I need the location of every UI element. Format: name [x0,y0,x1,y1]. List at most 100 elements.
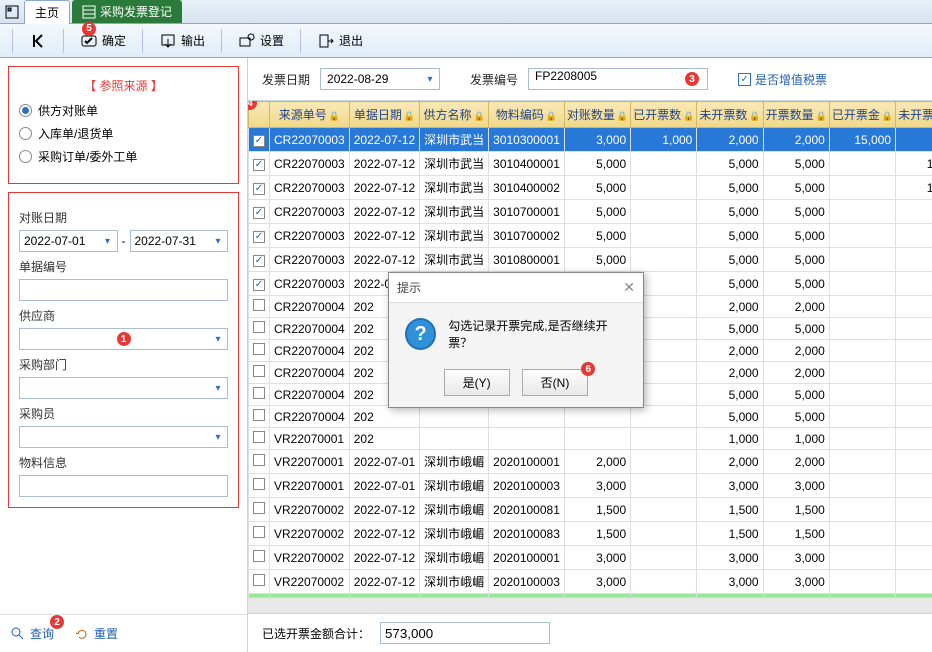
row-checkbox[interactable] [253,299,265,311]
export-button[interactable]: 输出 [151,28,213,54]
cell: 5,000 [697,406,763,428]
tab-invoice-reg[interactable]: 采购发票登记 [72,0,182,23]
table-row[interactable]: VR220700012021,0001,0006,0006,000 [249,428,932,450]
col-header[interactable]: 已开票金🔒 [829,102,895,128]
billno-input[interactable] [19,279,228,301]
col-header[interactable]: 未开票数🔒 [697,102,763,128]
radio-supplier-stmt[interactable]: 供方对账单 [19,102,228,119]
cell: 202 [349,406,419,428]
row-checkbox[interactable] [253,409,265,421]
row-checkbox[interactable] [253,550,265,562]
cell: 3,000 [697,474,763,498]
material-input[interactable] [19,475,228,497]
selected-total-input[interactable] [380,622,550,644]
row-checkbox[interactable] [253,321,265,333]
chevron-down-icon: ▾ [101,232,115,250]
row-checkbox[interactable] [253,454,265,466]
col-header[interactable]: 单据日期🔒 [349,102,419,128]
row-checkbox[interactable]: ✓ [253,159,265,171]
tab-home[interactable]: 主页 [24,0,70,24]
row-checkbox[interactable]: ✓ [253,207,265,219]
date-from-value: 2022-07-01 [24,234,85,248]
table-row[interactable]: CR220700042025,0005,00030,00030,000 [249,406,932,428]
cell [631,474,697,498]
selected-total-label: 已选开票金额合计： [262,625,370,642]
cell: 202 [349,428,419,450]
row-checkbox[interactable]: ✓ [253,231,265,243]
row-checkbox[interactable]: ✓ [253,255,265,267]
cell: 12,000 [896,296,932,318]
cell: 3,000 [763,474,829,498]
radio-inbound-return[interactable]: 入库单/退货单 [19,125,228,142]
radio-label: 采购订单/委外工单 [38,148,137,165]
radio-label: 入库单/退货单 [38,125,113,142]
date-to-input[interactable]: 2022-07-31▾ [130,230,229,252]
exit-icon [317,32,335,50]
table-row[interactable]: ✓CR220700032022-07-12深圳市武当30107000015,00… [249,200,932,224]
dept-input[interactable]: ▾ [19,377,228,399]
filter-box: 对账日期 2022-07-01▾ - 2022-07-31▾ 单据编号 供应商 … [8,192,239,508]
table-row[interactable]: ✓CR220700032022-07-12深圳市武当30108000015,00… [249,248,932,272]
buyer-input[interactable]: ▾ [19,426,228,448]
cell [829,522,895,546]
cell: 深圳市峨嵋 [420,474,489,498]
col-header[interactable]: 来源单号🔒 [270,102,350,128]
table-row[interactable]: ✓CR220700032022-07-12深圳市武当30107000025,00… [249,224,932,248]
exit-button[interactable]: 退出 [309,28,371,54]
invdate-input[interactable]: 2022-08-29▾ [320,68,440,90]
question-icon: ? [405,318,436,350]
row-checkbox[interactable] [253,478,265,490]
badge-2: 2 [50,615,64,629]
query-button[interactable]: 查询 2 [10,625,54,642]
col-header[interactable]: 开票数量🔒 [763,102,829,128]
table-row[interactable]: VR220700022022-07-12深圳市峨嵋20201000811,500… [249,498,932,522]
col-check[interactable]: 4 [249,102,270,128]
table-row[interactable]: VR220700012022-07-01深圳市峨嵋20201000033,000… [249,474,932,498]
cell: 25,000 [896,224,932,248]
col-header[interactable]: 已开票数🔒 [631,102,697,128]
table-row[interactable]: ✓CR220700032022-07-12深圳市武当30103000013,00… [249,128,932,152]
table-row[interactable]: VR220700012022-07-01深圳市峨嵋20201000012,000… [249,450,932,474]
cell: 5,000 [763,384,829,406]
table-row[interactable]: ✓CR220700032022-07-12深圳市武当30104000015,00… [249,152,932,176]
table-row[interactable]: VR220700022022-07-12深圳市峨嵋20201000831,500… [249,522,932,546]
table-row[interactable]: VR220700022022-07-12深圳市峨嵋20201000013,000… [249,546,932,570]
cell: CR22070003 [270,272,350,296]
row-checkbox[interactable] [253,574,265,586]
invdate-label: 发票日期 [262,71,310,88]
cell [829,362,895,384]
reset-button[interactable]: 重置 [74,625,118,642]
confirm-button[interactable]: 确定 5 [72,28,134,54]
row-checkbox[interactable] [253,387,265,399]
row-checkbox[interactable]: ✓ [253,135,265,147]
invno-input[interactable]: FP2208005 3 [528,68,708,90]
cell [631,570,697,594]
table-row[interactable]: VR220700022022-07-12深圳市峨嵋20201000033,000… [249,570,932,594]
tab-bar: 主页 采购发票登记 [0,0,932,24]
row-checkbox[interactable]: ✓ [253,183,265,195]
no-button[interactable]: 否(N) 6 [522,369,589,396]
cell [564,428,630,450]
radio-po-outsource[interactable]: 采购订单/委外工单 [19,148,228,165]
settings-button[interactable]: 设置 [230,28,292,54]
date-from-input[interactable]: 2022-07-01 ▾ [19,230,118,252]
horizontal-scrollbar[interactable] [248,597,932,613]
vat-checkbox[interactable]: ✓ 是否增值税票 [738,71,827,88]
col-header[interactable]: 未开票金额🔒 [896,102,932,128]
cell: 2,000 [763,362,829,384]
row-checkbox[interactable] [253,365,265,377]
row-checkbox[interactable]: ✓ [253,279,265,291]
row-checkbox[interactable] [253,343,265,355]
supplier-input[interactable]: 1 ▾ [19,328,228,350]
yes-button[interactable]: 是(Y) [444,369,510,396]
row-checkbox[interactable] [253,502,265,514]
col-header[interactable]: 供方名称🔒 [420,102,489,128]
col-header[interactable]: 对账数量🔒 [564,102,630,128]
col-header[interactable]: 物料编码🔒 [489,102,565,128]
row-checkbox[interactable] [253,431,265,443]
row-checkbox[interactable] [253,526,265,538]
nav-first-button[interactable] [21,28,55,54]
table-row[interactable]: ✓CR220700032022-07-12深圳市武当30104000025,00… [249,176,932,200]
cell: 深圳市峨嵋 [420,450,489,474]
close-icon[interactable]: ✕ [623,279,635,296]
